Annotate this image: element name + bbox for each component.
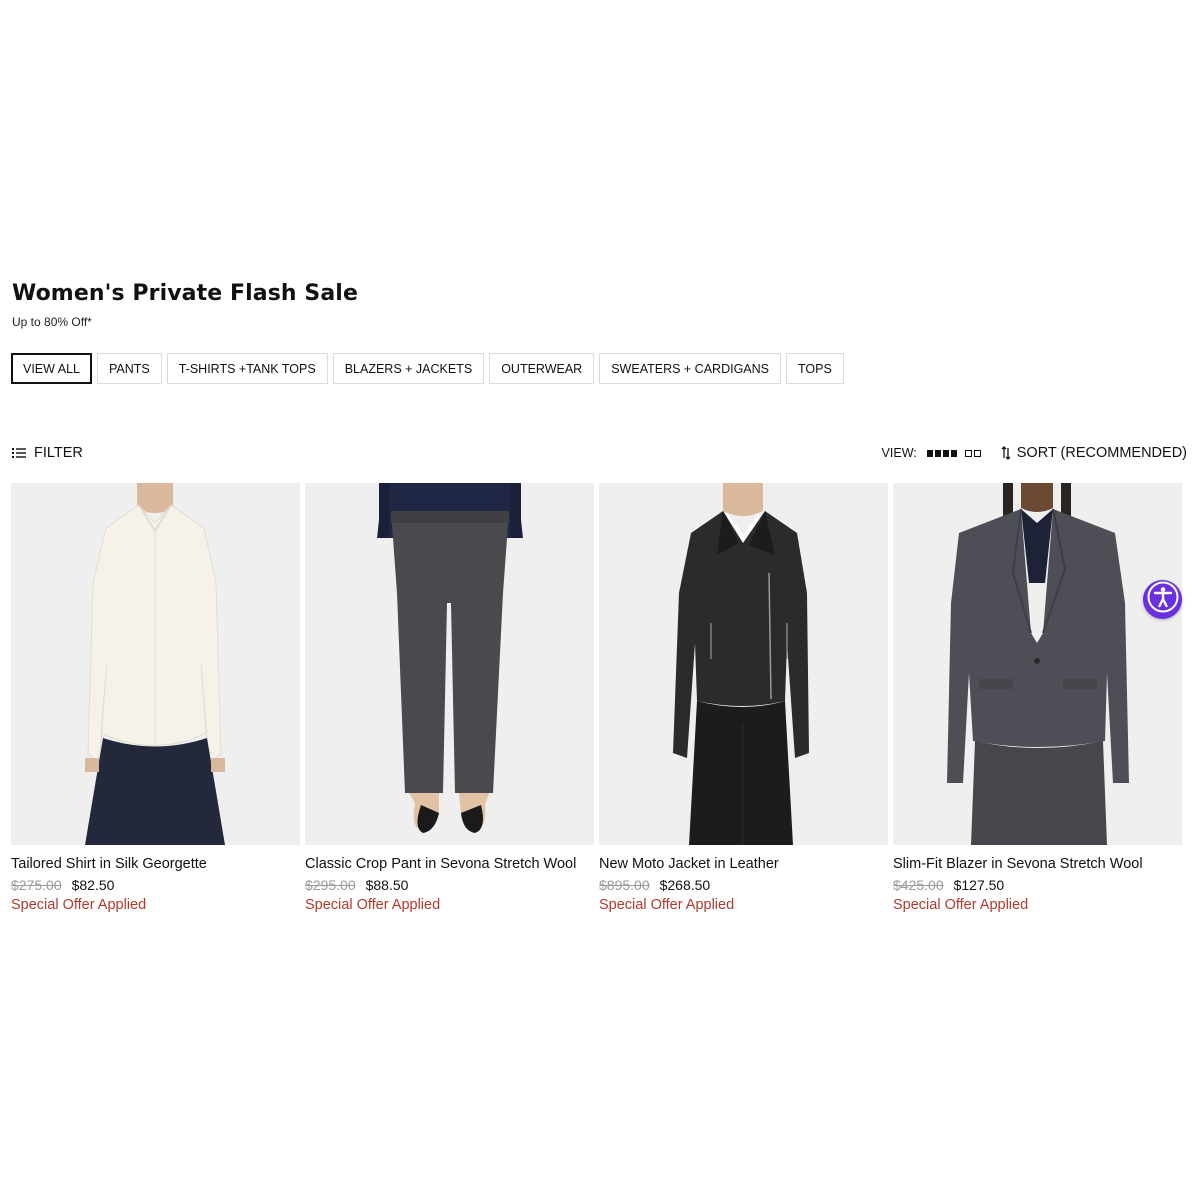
special-offer-label: Special Offer Applied bbox=[599, 897, 735, 913]
page-header: Women's Private Flash Sale Up to 80% Off… bbox=[12, 281, 358, 329]
original-price: $275.00 bbox=[11, 877, 62, 893]
tab-outerwear[interactable]: OUTERWEAR bbox=[489, 353, 595, 384]
view-label: VIEW: bbox=[881, 446, 917, 460]
original-price: $895.00 bbox=[599, 877, 650, 893]
filter-button[interactable]: FILTER bbox=[12, 445, 83, 461]
category-tabs: VIEW ALL PANTS T-SHIRTS +TANK TOPS BLAZE… bbox=[11, 353, 844, 384]
listing-toolbar: FILTER VIEW: SORT (RECOMMENDED) bbox=[12, 443, 1187, 463]
filter-label: FILTER bbox=[34, 445, 83, 461]
original-price: $425.00 bbox=[893, 877, 944, 893]
accessibility-person-icon bbox=[1146, 580, 1180, 619]
special-offer-label: Special Offer Applied bbox=[893, 897, 1029, 913]
tab-view-all[interactable]: VIEW ALL bbox=[11, 353, 92, 384]
sale-price: $268.50 bbox=[659, 877, 711, 893]
product-prices: $275.00 $82.50 bbox=[11, 877, 300, 893]
original-price: $295.00 bbox=[305, 877, 356, 893]
view-sort-controls: VIEW: SORT (RECOMMENDED) bbox=[882, 445, 1187, 461]
product-image-slim-fit-blazer[interactable] bbox=[893, 483, 1182, 845]
product-image-crop-pant[interactable] bbox=[305, 483, 594, 845]
product-image-moto-jacket[interactable] bbox=[599, 483, 888, 845]
product-name[interactable]: New Moto Jacket in Leather bbox=[599, 855, 888, 873]
product-card[interactable]: New Moto Jacket in Leather $895.00 $268.… bbox=[599, 483, 888, 913]
product-prices: $425.00 $127.50 bbox=[893, 877, 1182, 893]
product-image-silk-shirt[interactable] bbox=[11, 483, 300, 845]
product-name[interactable]: Slim-Fit Blazer in Sevona Stretch Wool bbox=[893, 855, 1182, 873]
special-offer-label: Special Offer Applied bbox=[11, 897, 147, 913]
sort-button[interactable]: SORT (RECOMMENDED) bbox=[1001, 445, 1187, 461]
tab-tops[interactable]: TOPS bbox=[786, 353, 844, 384]
page-title: Women's Private Flash Sale bbox=[12, 281, 358, 306]
grid-four-columns-icon[interactable] bbox=[926, 449, 957, 457]
sort-arrows-icon bbox=[1001, 446, 1011, 460]
product-prices: $295.00 $88.50 bbox=[305, 877, 594, 893]
tab-sweaters-cardigans[interactable]: SWEATERS + CARDIGANS bbox=[599, 353, 782, 384]
product-prices: $895.00 $268.50 bbox=[599, 877, 888, 893]
product-card[interactable]: Tailored Shirt in Silk Georgette $275.00… bbox=[11, 483, 300, 913]
tab-tshirts-tank-tops[interactable]: T-SHIRTS +TANK TOPS bbox=[166, 353, 328, 384]
tab-blazers-jackets[interactable]: BLAZERS + JACKETS bbox=[332, 353, 485, 384]
accessibility-button[interactable] bbox=[1143, 580, 1182, 619]
page-subtitle: Up to 80% Off* bbox=[12, 315, 92, 329]
product-card[interactable]: Classic Crop Pant in Sevona Stretch Wool… bbox=[305, 483, 594, 913]
sort-label: SORT (RECOMMENDED) bbox=[1016, 445, 1187, 461]
special-offer-label: Special Offer Applied bbox=[305, 897, 441, 913]
sale-price: $88.50 bbox=[365, 877, 409, 893]
tab-pants[interactable]: PANTS bbox=[96, 353, 162, 384]
filter-list-icon bbox=[12, 447, 27, 459]
sale-price: $82.50 bbox=[71, 877, 115, 893]
product-name[interactable]: Classic Crop Pant in Sevona Stretch Wool bbox=[305, 855, 594, 873]
sale-price: $127.50 bbox=[953, 877, 1005, 893]
product-name[interactable]: Tailored Shirt in Silk Georgette bbox=[11, 855, 300, 873]
product-card[interactable]: Slim-Fit Blazer in Sevona Stretch Wool $… bbox=[893, 483, 1182, 913]
grid-two-columns-icon[interactable] bbox=[964, 449, 981, 457]
product-grid: Tailored Shirt in Silk Georgette $275.00… bbox=[11, 483, 1182, 913]
